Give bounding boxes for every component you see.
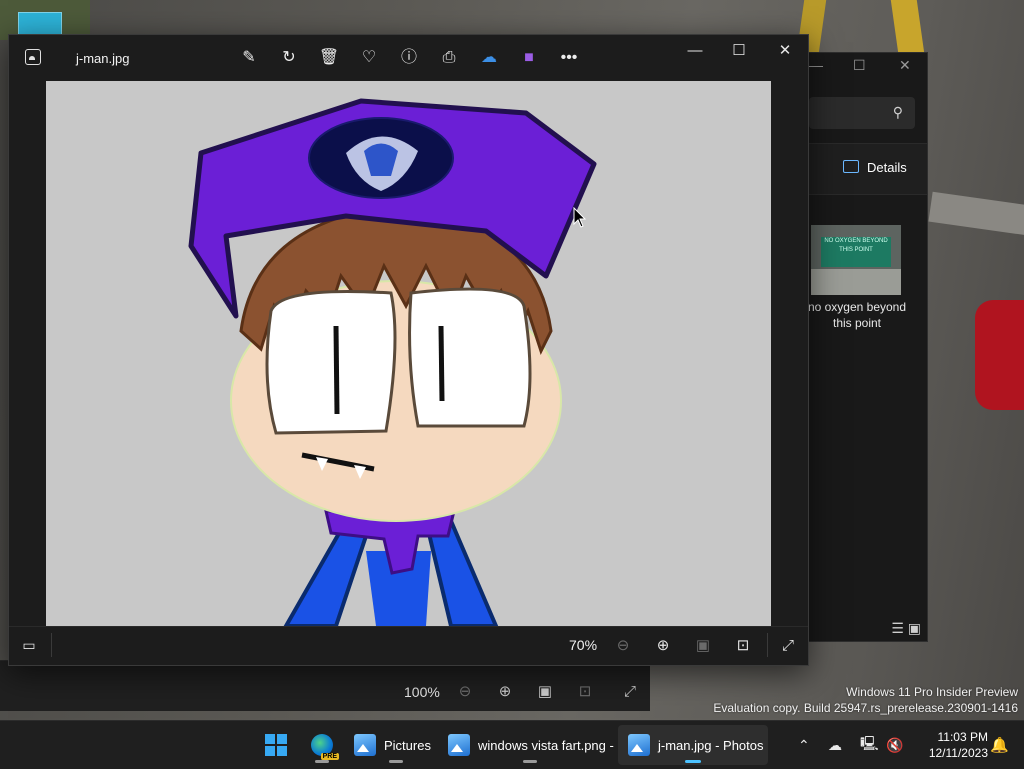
title-bar: j-man.jpg ✎ ↻ 🗑 ♡ ⓘ ⎙ ☁ ■ ••• — ☐ ✕ [9,35,808,81]
close-button[interactable]: ✕ [768,40,802,62]
details-button[interactable]: Details [843,160,907,175]
clock[interactable]: 11:03 PM 12/11/2023 [912,729,988,761]
photos-app-icon [628,734,650,756]
details-pane-icon [843,160,859,173]
volume-muted-icon[interactable]: 🔇 [886,721,903,769]
minimize-icon[interactable]: — [809,57,823,73]
more-options-icon[interactable]: ••• [557,47,581,69]
bottom-toolbar: ▭ 70% ⊖ ⊕ ▣ ⊡ ⤢ [9,626,808,665]
minimize-button[interactable]: — [678,40,712,62]
clipchamp-icon[interactable]: ■ [517,47,541,69]
info-icon[interactable]: ⓘ [397,47,421,69]
taskbar-edge-preview[interactable]: PRE [304,725,340,765]
actual-size-icon[interactable]: ⊡ [574,681,596,703]
zoom-in-icon[interactable]: ⊕ [494,681,516,703]
back-photos-window[interactable]: 100% ⊖ ⊕ ▣ ⊡ ⤢ [0,660,650,711]
file-explorer-window[interactable]: — ☐ ✕ ⚲ Details NO OXYGEN BEYOND THIS PO… [800,52,928,642]
print-icon[interactable]: ⎙ [437,47,461,69]
full-screen-icon[interactable]: ⤢ [777,635,799,657]
edge-preview-icon: PRE [311,734,339,760]
delete-icon[interactable]: 🗑 [317,47,341,69]
close-icon[interactable]: ✕ [899,57,911,74]
rotate-icon[interactable]: ↻ [277,47,301,69]
zoom-out-icon[interactable]: ⊖ [612,635,634,657]
fit-to-window-icon[interactable]: ▣ [692,635,714,657]
large-icons-view-icon[interactable]: ▣ [908,620,921,636]
search-icon: ⚲ [892,104,903,120]
photos-window[interactable]: j-man.jpg ✎ ↻ 🗑 ♡ ⓘ ⎙ ☁ ■ ••• — ☐ ✕ ▭ 70… [8,34,809,666]
details-view-icon[interactable]: ☰ [891,620,904,636]
view-toggle[interactable]: ☰ ▣ [891,620,921,637]
edit-image-icon[interactable]: ✎ [237,47,261,69]
onedrive-status-icon[interactable]: ☁ [828,721,842,769]
show-hidden-icons-icon[interactable]: ⌃ [798,721,810,769]
image-canvas[interactable] [46,81,771,626]
zoom-level[interactable]: 70% [569,637,597,653]
file-name: j-man.jpg [76,51,130,66]
j-man-drawing [188,98,597,626]
photos-app-icon [354,734,376,756]
zoom-out-icon[interactable]: ⊖ [454,681,476,703]
maximize-button[interactable]: ☐ [722,40,756,62]
windows-logo-icon [265,734,287,756]
explorer-command-bar: Details [801,143,927,195]
thumbnail-sign: NO OXYGEN BEYOND THIS POINT [821,237,891,267]
zoom-in-icon[interactable]: ⊕ [652,635,674,657]
explorer-titlebar: — ☐ ✕ [801,53,927,81]
desktop-icon[interactable] [18,12,62,36]
network-icon[interactable]: 🖳 [860,721,879,769]
photos-app-icon [448,734,470,756]
full-screen-icon[interactable]: ⤢ [619,681,641,703]
maximize-icon[interactable]: ☐ [853,57,866,74]
file-thumbnail[interactable]: NO OXYGEN BEYOND THIS POINT [811,225,901,295]
actual-size-icon[interactable]: ⊡ [732,635,754,657]
mouse-pointer-icon [573,207,587,228]
taskbar-windows-vista-fart[interactable]: windows vista fart.png - [442,725,618,765]
notifications-bell-icon[interactable]: 🔔 [990,736,1009,754]
photos-app-icon [25,49,41,65]
taskbar: PRE Pictures windows vista fart.png - j-… [0,720,1024,769]
evaluation-watermark: Windows 11 Pro Insider Preview Evaluatio… [713,685,1018,715]
start-button[interactable] [256,725,296,765]
search-input[interactable]: ⚲ [809,97,915,129]
taskbar-pictures[interactable]: Pictures [348,725,444,765]
onedrive-icon[interactable]: ☁ [477,47,501,69]
fit-window-icon[interactable]: ▣ [534,681,556,703]
zoom-level: 100% [404,684,440,700]
taskbar-j-man-photos[interactable]: j-man.jpg - Photos [618,725,768,765]
file-name-label[interactable]: no oxygen beyond this point [807,299,907,331]
favorite-icon[interactable]: ♡ [357,47,381,69]
filmstrip-icon[interactable]: ▭ [19,635,39,655]
